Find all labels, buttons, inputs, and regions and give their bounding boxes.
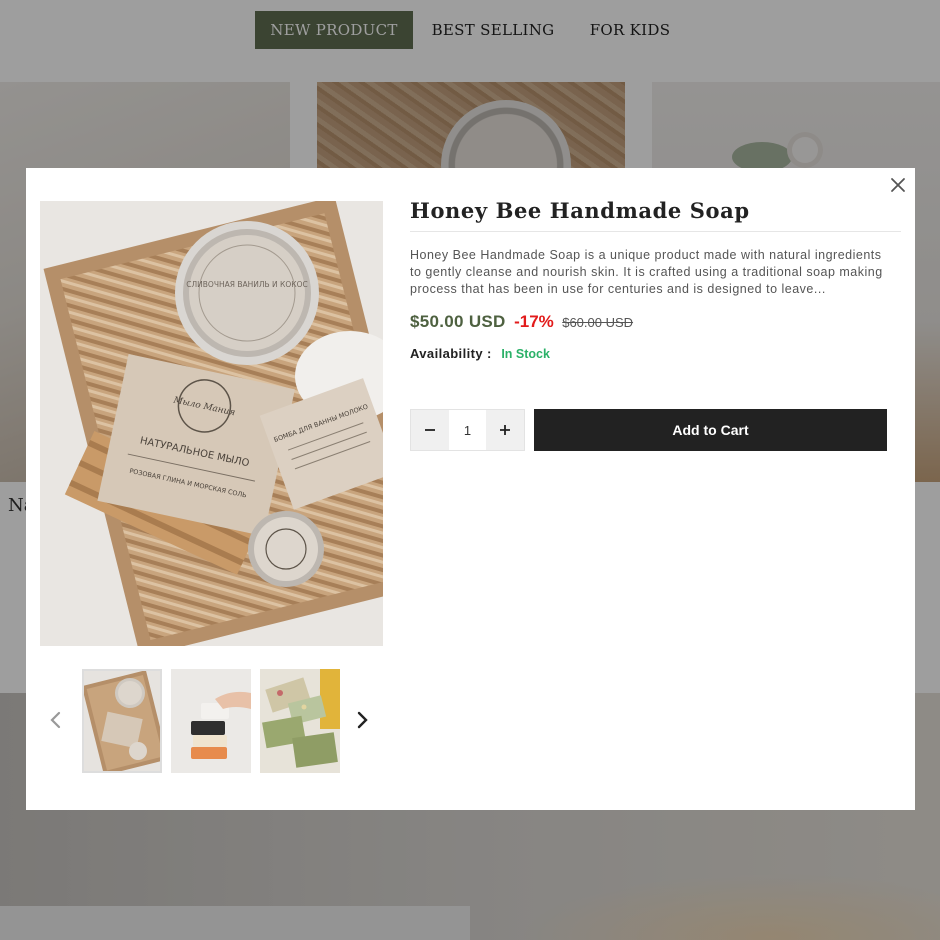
product-title[interactable]: Honey Bee Handmade Soap	[410, 198, 901, 232]
stock-status: In Stock	[501, 347, 550, 361]
quick-view-modal: СЛИВОЧНАЯ ВАНИЛЬ И КОКОС Мыло Мания НАТУ…	[26, 168, 915, 810]
discount-badge: -17%	[514, 312, 554, 331]
plus-icon	[500, 425, 510, 435]
increase-quantity-button[interactable]	[486, 410, 524, 450]
add-to-cart-form: Add to Cart	[410, 409, 887, 451]
product-main-image: СЛИВОЧНАЯ ВАНИЛЬ И КОКОС Мыло Мания НАТУ…	[40, 201, 383, 646]
thumbnail-soap-stack[interactable]	[171, 669, 251, 773]
product-description: Honey Bee Handmade Soap is a unique prod…	[410, 248, 883, 296]
product-info: Honey Bee Handmade Soap Honey Bee Handma…	[410, 198, 901, 361]
thumbnail-carousel	[40, 668, 383, 774]
minus-icon	[425, 429, 435, 431]
availability-label: Availability :	[410, 346, 492, 361]
decrease-quantity-button[interactable]	[411, 410, 449, 450]
chevron-left-icon[interactable]	[46, 706, 66, 734]
close-icon[interactable]	[887, 174, 909, 196]
quantity-stepper	[410, 409, 525, 451]
compare-at-price: $60.00 USD	[562, 315, 634, 330]
chevron-right-icon[interactable]	[352, 706, 372, 734]
price-row: $50.00 USD -17% $60.00 USD	[410, 312, 901, 336]
add-to-cart-button[interactable]: Add to Cart	[534, 409, 887, 451]
thumbnail-herbal-soap-bars[interactable]	[260, 669, 340, 773]
current-price: $50.00 USD	[410, 312, 506, 331]
availability-row: Availability : In Stock	[410, 346, 901, 361]
quantity-input[interactable]	[449, 410, 486, 450]
tin-label: СЛИВОЧНАЯ ВАНИЛЬ И КОКОС	[186, 280, 307, 289]
thumbnail-gift-box[interactable]	[82, 669, 162, 773]
